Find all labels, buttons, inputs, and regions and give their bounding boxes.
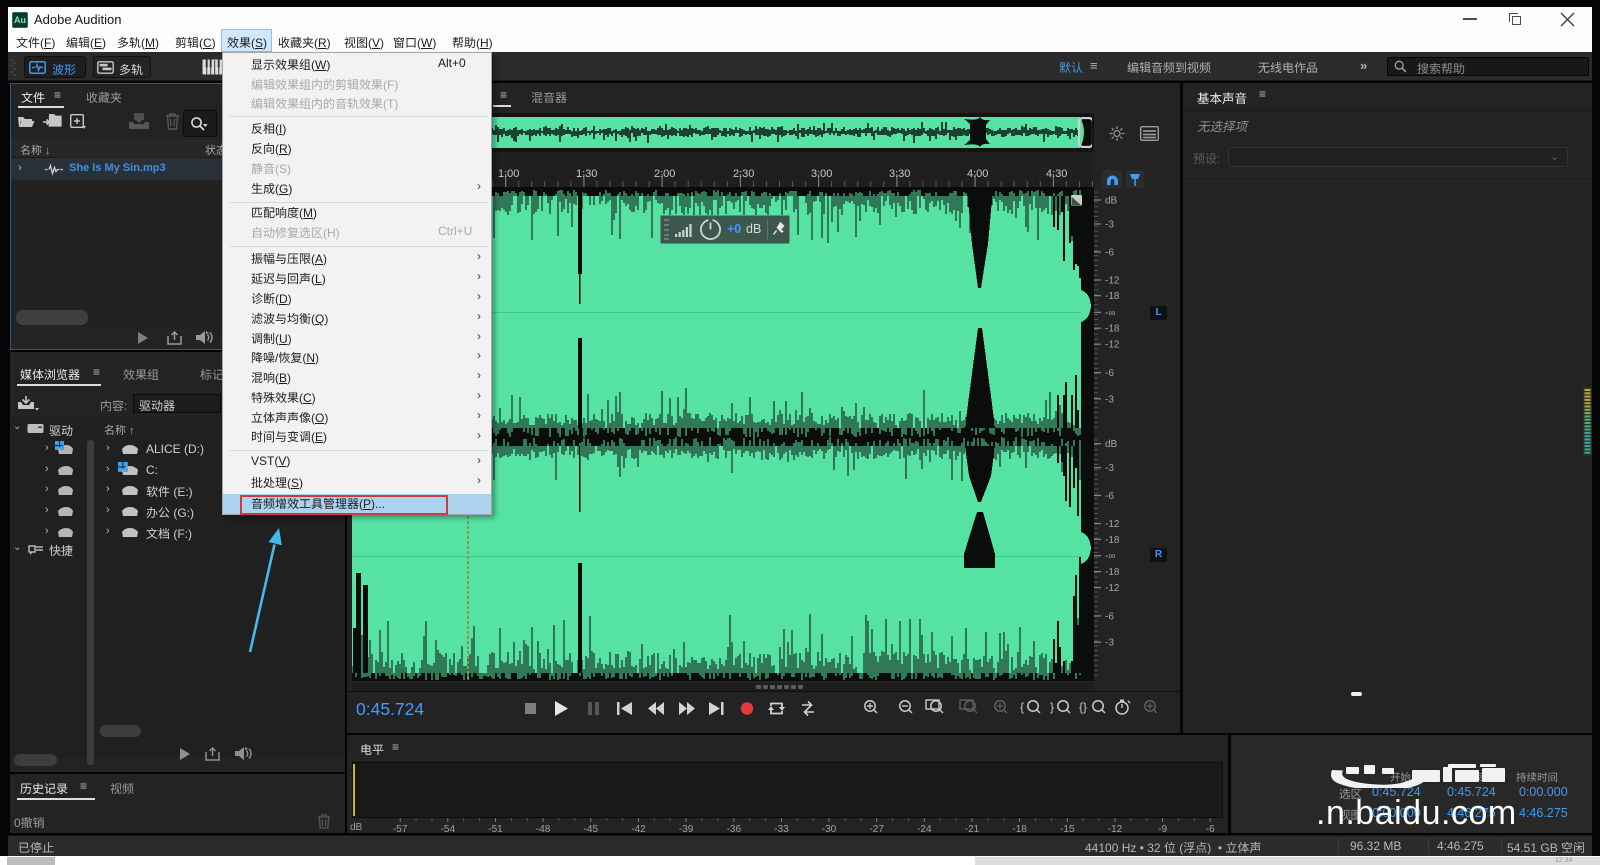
svg-text:-3: -3 <box>1105 394 1114 405</box>
svg-text:-∞: -∞ <box>1105 551 1115 562</box>
svg-text:-54: -54 <box>441 824 456 833</box>
svg-text:-27: -27 <box>869 824 884 833</box>
svg-text:-33: -33 <box>774 824 789 833</box>
svg-text:-15: -15 <box>1060 824 1075 833</box>
svg-text:-6: -6 <box>1105 248 1114 259</box>
svg-text:-12: -12 <box>1105 276 1120 287</box>
svg-text:{}: {} <box>1079 700 1087 714</box>
svg-text:{: { <box>1020 700 1024 714</box>
svg-text:-24: -24 <box>917 824 932 833</box>
svg-text:-18: -18 <box>1012 824 1027 833</box>
svg-text:-57: -57 <box>393 824 408 833</box>
svg-text:-∞: -∞ <box>1105 308 1115 319</box>
svg-text:-48: -48 <box>536 824 551 833</box>
svg-text:-18: -18 <box>1105 291 1120 302</box>
svg-text:-6: -6 <box>1105 491 1114 502</box>
svg-text:dB: dB <box>1105 439 1118 450</box>
svg-text:-12: -12 <box>1105 583 1120 594</box>
svg-text:-6: -6 <box>1206 824 1215 833</box>
svg-text:-51: -51 <box>488 824 503 833</box>
svg-text:-45: -45 <box>584 824 599 833</box>
svg-text:-12: -12 <box>1105 340 1120 351</box>
svg-text:-6: -6 <box>1105 368 1114 379</box>
svg-text:-12: -12 <box>1108 824 1123 833</box>
svg-text:}: } <box>1050 700 1054 714</box>
svg-text:-18: -18 <box>1105 324 1120 335</box>
svg-text:dB: dB <box>1105 196 1118 207</box>
svg-text:-12: -12 <box>1105 519 1120 530</box>
svg-text:-21: -21 <box>965 824 980 833</box>
svg-text:-18: -18 <box>1105 535 1120 546</box>
svg-text:-42: -42 <box>631 824 646 833</box>
svg-text:dB: dB <box>350 822 363 833</box>
svg-text:-30: -30 <box>822 824 837 833</box>
svg-text:-6: -6 <box>1105 611 1114 622</box>
svg-text:-3: -3 <box>1105 638 1114 649</box>
svg-text:-3: -3 <box>1105 463 1114 474</box>
svg-text:-9: -9 <box>1158 824 1167 833</box>
svg-text:-39: -39 <box>679 824 694 833</box>
svg-text:-18: -18 <box>1105 567 1120 578</box>
svg-text:-3: -3 <box>1105 220 1114 231</box>
svg-text:-36: -36 <box>727 824 742 833</box>
